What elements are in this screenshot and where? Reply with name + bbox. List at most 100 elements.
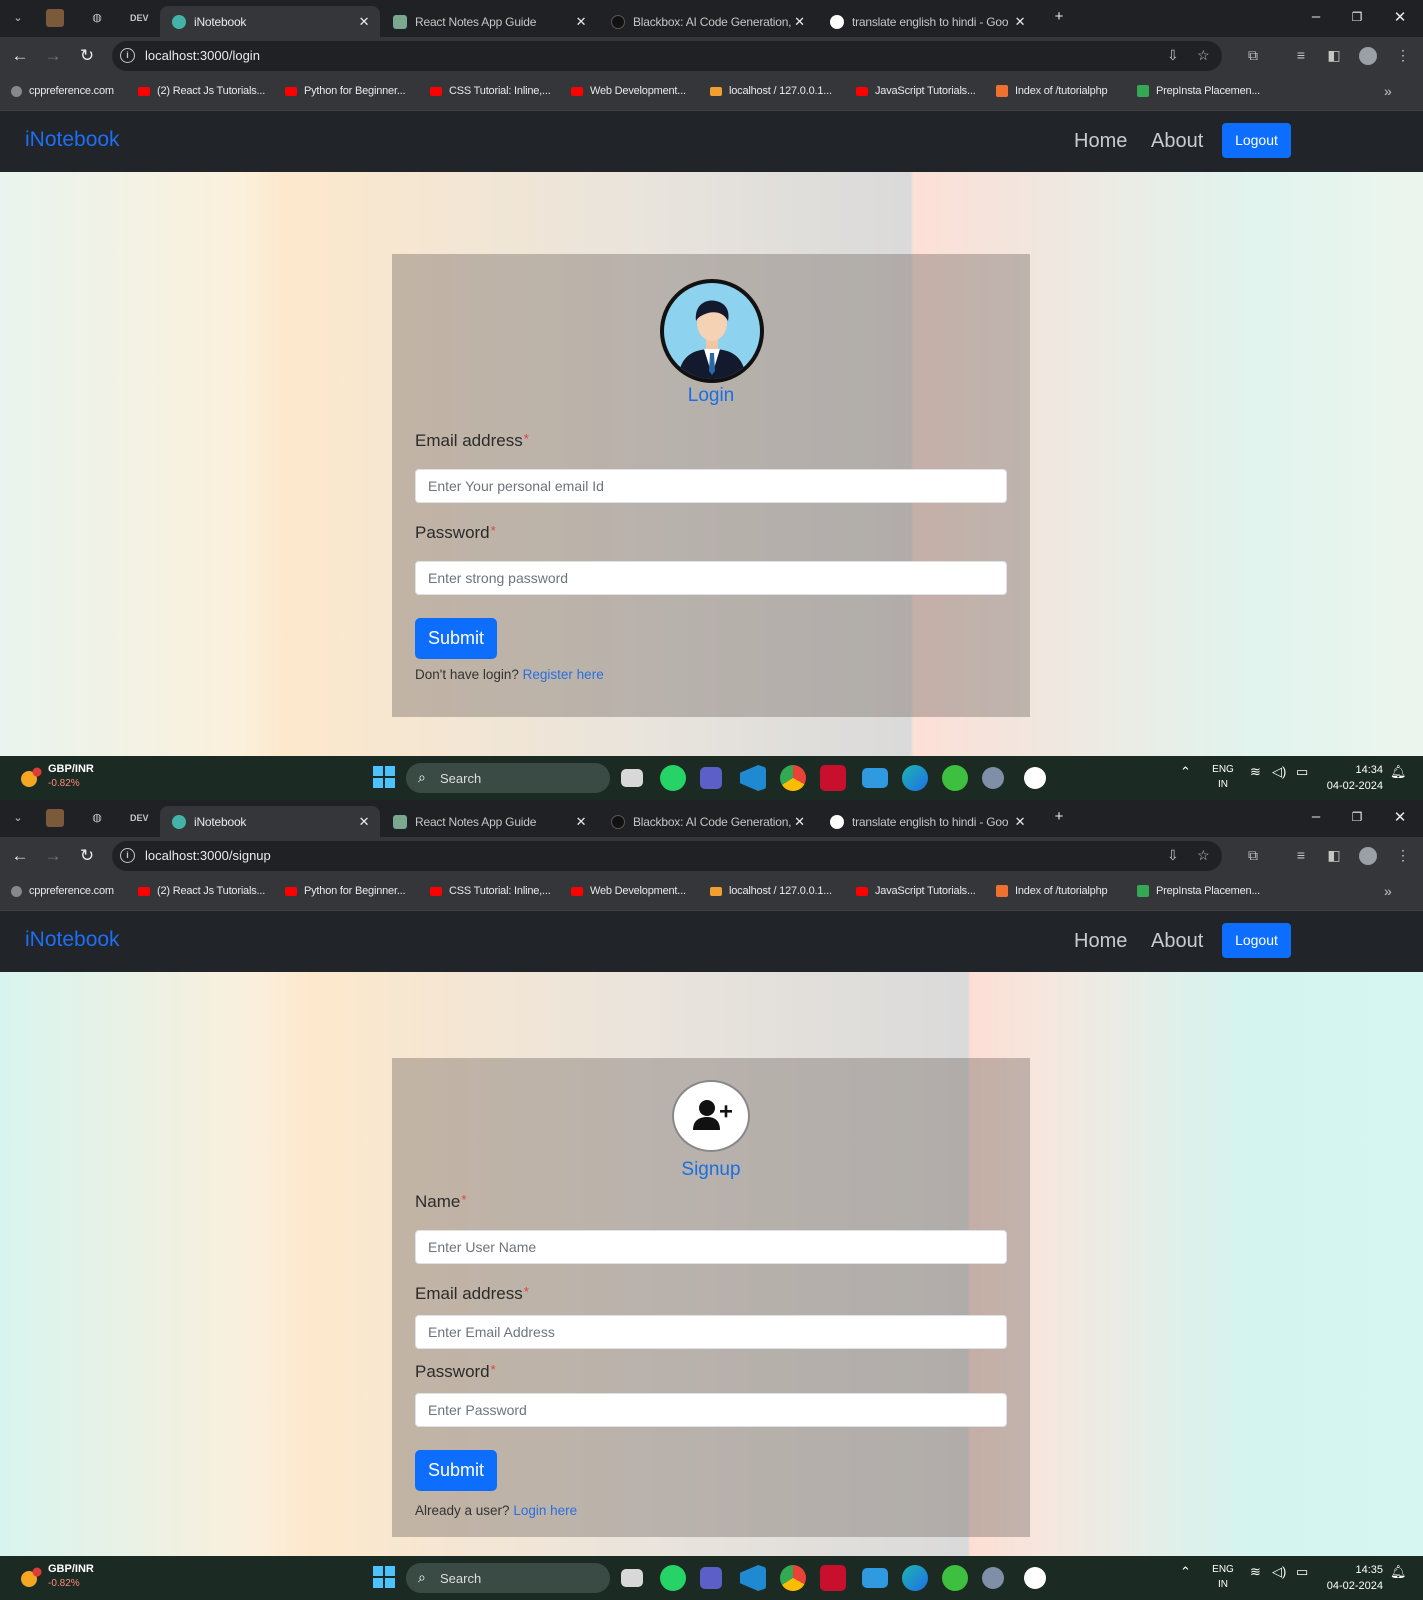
bookmark-item[interactable]: PrepInsta Placemen... — [1137, 85, 1260, 97]
site-info-icon[interactable]: i — [120, 848, 135, 863]
clock[interactable]: 14:35 04-02-2024 — [1325, 1562, 1383, 1594]
menu-kebab-icon[interactable]: ⋮ — [1394, 47, 1412, 64]
bookmark-item[interactable]: JavaScript Tutorials... — [856, 885, 976, 897]
address-bar[interactable]: i localhost:3000/login ⇩ ☆ — [112, 41, 1222, 71]
xbox-icon[interactable] — [942, 1565, 968, 1591]
bookmark-item[interactable]: Index of /tutorialphp — [996, 885, 1108, 897]
extensions-icon[interactable]: ⧉ — [1244, 47, 1262, 64]
bookmark-star-icon[interactable]: ☆ — [1197, 47, 1210, 64]
bookmark-item[interactable]: Index of /tutorialphp — [996, 85, 1108, 97]
stock-widget[interactable]: GBP/INR -0.82% — [18, 1563, 98, 1593]
close-window-icon[interactable]: ✕ — [1390, 808, 1410, 826]
battery-icon[interactable]: ▭ — [1296, 1564, 1308, 1580]
show-hidden-icons-icon[interactable]: ⌃ — [1180, 764, 1191, 780]
name-input[interactable] — [415, 1230, 1007, 1264]
app-red-icon[interactable] — [820, 1565, 846, 1591]
bookmark-item[interactable]: Python for Beginner... — [285, 85, 406, 97]
chrome-icon[interactable] — [780, 1565, 806, 1591]
taskbar-search[interactable]: ⌕ Search — [406, 1563, 610, 1593]
media-icon[interactable]: ≡ — [1292, 47, 1310, 63]
bookmark-item[interactable]: Web Development... — [571, 85, 686, 97]
submit-button[interactable]: Submit — [415, 618, 497, 659]
vscode-icon[interactable] — [740, 765, 766, 791]
task-view-icon[interactable] — [621, 1569, 643, 1587]
notification-bell-icon[interactable]: 🔔︎ — [1390, 1564, 1407, 1580]
url-text[interactable]: localhost:3000/signup — [145, 848, 271, 863]
close-tab-icon[interactable]: ✕ — [573, 814, 589, 830]
submit-button[interactable]: Submit — [415, 1450, 497, 1491]
logout-button[interactable]: Logout — [1222, 923, 1291, 958]
tab-blackbox[interactable]: Blackbox: AI Code Generation, C ✕ — [599, 806, 815, 837]
pinned-tab-icon[interactable] — [46, 809, 64, 827]
tab-blackbox[interactable]: Blackbox: AI Code Generation, C ✕ — [599, 6, 815, 37]
brand-link[interactable]: iNotebook — [25, 928, 120, 952]
stock-widget[interactable]: GBP/INR -0.82% — [18, 763, 98, 793]
pinned-dev-icon[interactable]: DEV — [130, 809, 149, 827]
site-info-icon[interactable]: i — [120, 48, 135, 63]
install-app-icon[interactable]: ⇩ — [1167, 847, 1179, 864]
tab-translate[interactable]: translate english to hindi - Goo ✕ — [818, 6, 1036, 37]
bookmark-item[interactable]: CSS Tutorial: Inline,... — [430, 885, 551, 897]
reload-icon[interactable]: ↻ — [77, 46, 97, 66]
tab-inotebook[interactable]: iNotebook ✕ — [160, 806, 380, 837]
close-tab-icon[interactable]: ✕ — [356, 14, 372, 30]
side-panel-icon[interactable]: ◧ — [1325, 847, 1343, 864]
restore-icon[interactable]: ❐ — [1347, 10, 1367, 24]
close-tab-icon[interactable]: ✕ — [792, 14, 807, 30]
edge-icon[interactable] — [902, 1565, 928, 1591]
forward-icon[interactable]: → — [43, 846, 63, 866]
remote-desktop-icon[interactable] — [862, 1568, 888, 1588]
bookmark-item[interactable]: JavaScript Tutorials... — [856, 85, 976, 97]
app-circle-icon[interactable] — [1024, 767, 1046, 789]
settings-gear-icon[interactable] — [982, 1567, 1004, 1589]
vscode-icon[interactable] — [740, 1565, 766, 1591]
volume-icon[interactable]: ◁) — [1272, 1564, 1286, 1580]
tab-search-icon[interactable]: ⌄ — [9, 9, 27, 27]
new-tab-icon[interactable]: + — [1049, 808, 1069, 825]
url-text[interactable]: localhost:3000/login — [145, 48, 260, 63]
address-bar[interactable]: i localhost:3000/signup ⇩ ☆ — [112, 841, 1222, 871]
remote-desktop-icon[interactable] — [862, 768, 888, 788]
nav-home-link[interactable]: Home — [1074, 130, 1127, 153]
profile-avatar[interactable] — [1359, 847, 1377, 865]
more-bookmarks-icon[interactable]: » — [1384, 883, 1392, 899]
bookmark-item[interactable]: cppreference.com — [11, 885, 114, 897]
tab-inotebook[interactable]: iNotebook ✕ — [160, 6, 380, 37]
bookmark-item[interactable]: (2) React Js Tutorials... — [138, 85, 265, 97]
whatsapp-icon[interactable] — [660, 1565, 686, 1591]
nav-about-link[interactable]: About — [1151, 930, 1203, 953]
minimize-icon[interactable]: – — [1306, 8, 1326, 25]
bookmark-item[interactable]: localhost / 127.0.0.1... — [710, 85, 832, 97]
app-red-icon[interactable] — [820, 765, 846, 791]
close-tab-icon[interactable]: ✕ — [1012, 14, 1028, 30]
password-input[interactable] — [415, 561, 1007, 595]
install-app-icon[interactable]: ⇩ — [1167, 47, 1179, 64]
chrome-icon[interactable] — [780, 765, 806, 791]
xbox-icon[interactable] — [942, 765, 968, 791]
close-tab-icon[interactable]: ✕ — [792, 814, 807, 830]
language-indicator[interactable]: ENG IN — [1208, 1562, 1238, 1592]
bookmark-item[interactable]: localhost / 127.0.0.1... — [710, 885, 832, 897]
minimize-icon[interactable]: – — [1306, 808, 1326, 825]
new-tab-icon[interactable]: + — [1049, 8, 1069, 25]
tab-react-notes[interactable]: React Notes App Guide ✕ — [381, 806, 597, 837]
settings-gear-icon[interactable] — [982, 767, 1004, 789]
pinned-dev-icon[interactable]: DEV — [130, 9, 149, 27]
back-icon[interactable]: ← — [10, 46, 30, 66]
close-tab-icon[interactable]: ✕ — [1012, 814, 1028, 830]
side-panel-icon[interactable]: ◧ — [1325, 47, 1343, 64]
clock[interactable]: 14:34 04-02-2024 — [1325, 762, 1383, 794]
profile-avatar[interactable] — [1359, 47, 1377, 65]
password-input[interactable] — [415, 1393, 1007, 1427]
whatsapp-icon[interactable] — [660, 765, 686, 791]
pinned-globe-icon[interactable]: ◍ — [88, 809, 106, 827]
close-tab-icon[interactable]: ✕ — [356, 814, 372, 830]
windows-start-icon[interactable] — [372, 765, 398, 791]
extensions-icon[interactable]: ⧉ — [1244, 847, 1262, 864]
restore-icon[interactable]: ❐ — [1347, 810, 1367, 824]
bookmark-star-icon[interactable]: ☆ — [1197, 847, 1210, 864]
windows-start-icon[interactable] — [372, 1565, 398, 1591]
tab-react-notes[interactable]: React Notes App Guide ✕ — [381, 6, 597, 37]
task-view-icon[interactable] — [621, 769, 643, 787]
taskbar-search[interactable]: ⌕ Search — [406, 763, 610, 793]
